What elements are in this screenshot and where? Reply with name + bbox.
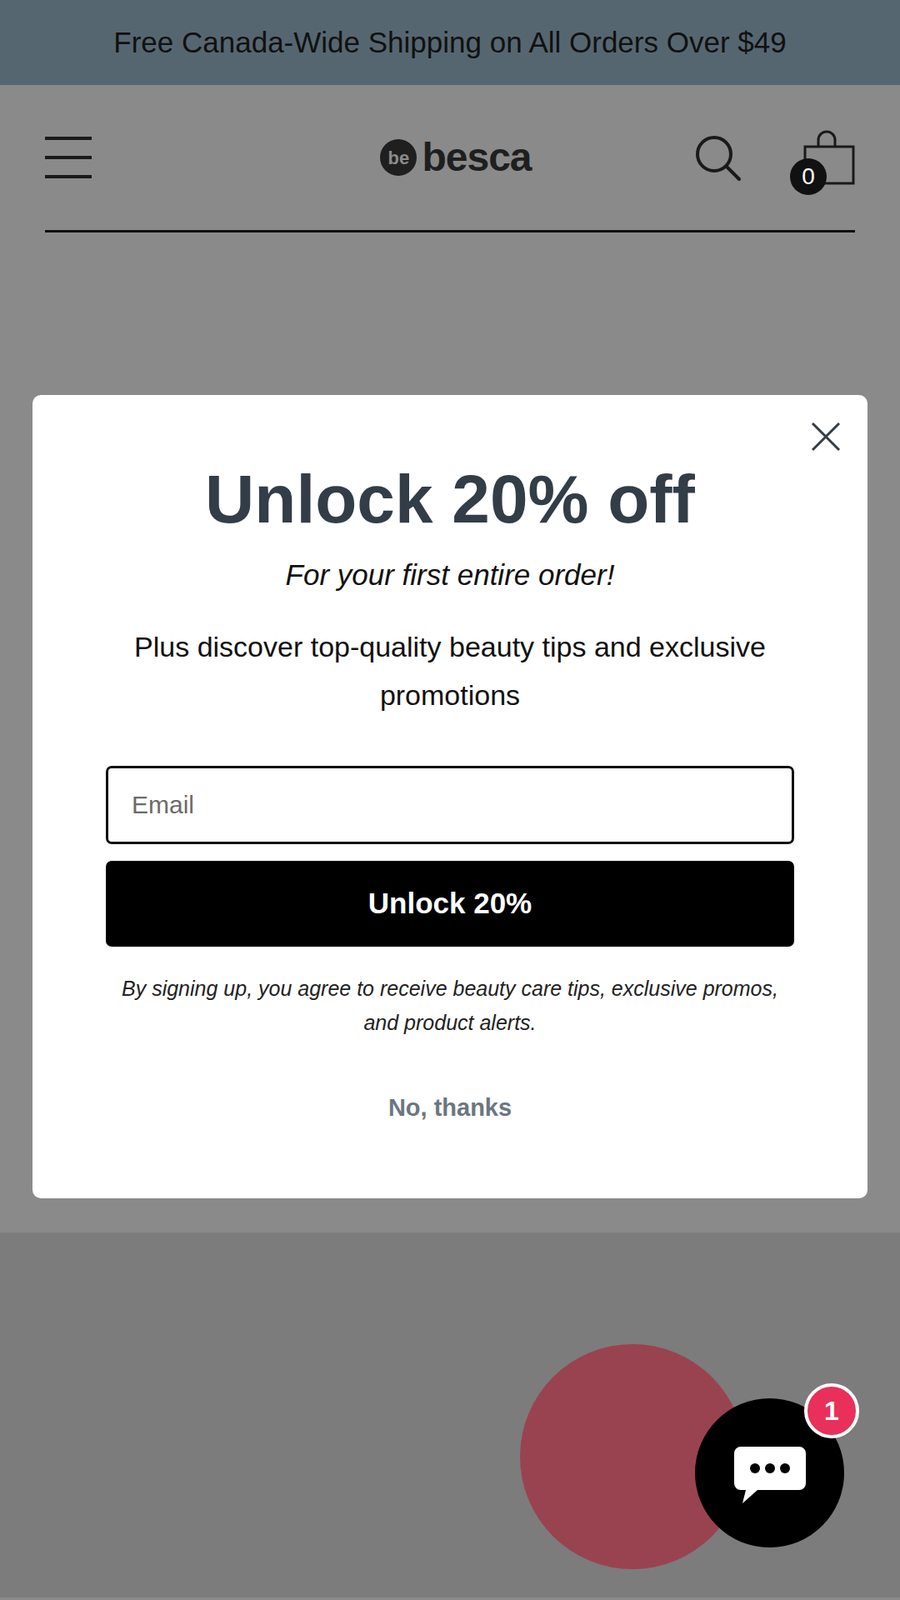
logo-mark: be <box>380 139 417 176</box>
header: bebesca 0 <box>0 85 900 233</box>
popup-area: Unlock 20% off For your first entire orde… <box>0 232 900 1233</box>
menu-button[interactable] <box>45 136 94 179</box>
chat-icon <box>732 1440 808 1507</box>
cart-button[interactable]: 0 <box>796 128 855 187</box>
banner-text: Free Canada-Wide Shipping on All Orders … <box>113 20 786 65</box>
close-icon <box>810 421 841 452</box>
decline-button[interactable]: No, thanks <box>388 1090 512 1127</box>
disclaimer: By signing up, you agree to receive beau… <box>108 971 792 1040</box>
popup-subtitle: For your first entire order! <box>285 553 615 598</box>
search-button[interactable] <box>693 133 742 182</box>
popup-description: Plus discover top-quality beauty tips an… <box>133 622 767 720</box>
cart-count-badge: 0 <box>790 158 827 195</box>
logo[interactable]: bebesca <box>380 127 531 188</box>
close-button[interactable] <box>809 420 843 454</box>
chat-unread-badge: 1 <box>804 1383 860 1439</box>
logo-name: besca <box>421 127 531 188</box>
search-icon <box>693 133 742 182</box>
email-input[interactable] <box>105 765 795 845</box>
page: Free Canada-Wide Shipping on All Orders … <box>0 0 900 1600</box>
menu-icon <box>45 136 92 140</box>
chat-button[interactable]: 1 <box>695 1398 845 1548</box>
popup-title: Unlock 20% off <box>205 461 695 537</box>
signup-popup: Unlock 20% off For your first entire orde… <box>32 395 868 1199</box>
shipping-banner: Free Canada-Wide Shipping on All Orders … <box>0 0 900 85</box>
unlock-button[interactable]: Unlock 20% <box>105 860 795 947</box>
